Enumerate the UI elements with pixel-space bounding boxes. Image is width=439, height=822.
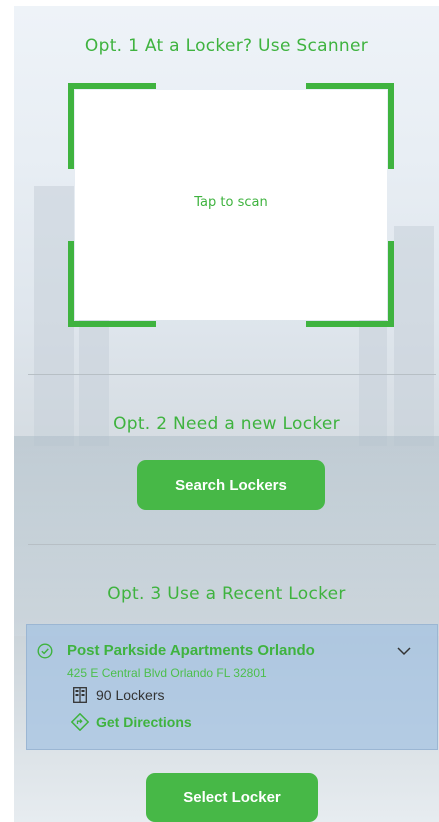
option2-title: Opt. 2 Need a new Locker [113, 414, 340, 434]
locker-icon [73, 687, 87, 703]
chevron-down-icon[interactable] [396, 643, 412, 659]
divider [28, 374, 436, 375]
search-lockers-button[interactable]: Search Lockers [137, 460, 325, 510]
divider [28, 544, 436, 545]
option3-title: Opt. 3 Use a Recent Locker [107, 584, 346, 604]
scanner-corner [68, 241, 156, 327]
app-screen: Opt. 1 At a Locker? Use Scanner Tap to s… [14, 6, 439, 822]
recent-locker-card[interactable]: Post Parkside Apartments Orlando 425 E C… [26, 624, 438, 750]
locker-count: 90 Lockers [96, 687, 165, 703]
scanner-corner [306, 83, 394, 169]
check-circle-icon [37, 643, 53, 659]
tap-to-scan-label: Tap to scan [194, 195, 268, 210]
option1-title: Opt. 1 At a Locker? Use Scanner [84, 36, 369, 56]
scanner-area[interactable]: Tap to scan [68, 83, 394, 327]
scanner-corner [68, 83, 156, 169]
locker-name: Post Parkside Apartments Orlando [67, 642, 315, 659]
directions-icon[interactable] [71, 713, 89, 731]
get-directions-link[interactable]: Get Directions [96, 714, 192, 730]
select-locker-button[interactable]: Select Locker [146, 773, 318, 822]
locker-address: 425 E Central Blvd Orlando FL 32801 [67, 666, 267, 680]
scanner-corner [306, 241, 394, 327]
background-building [394, 226, 434, 446]
